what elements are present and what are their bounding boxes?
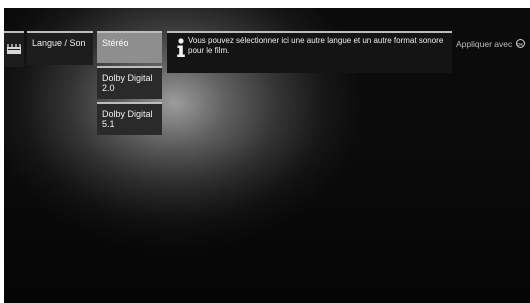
apply-hint-text: Appliquer avec [456, 39, 513, 49]
option-label: Dolby Digital 2.0 [102, 73, 153, 93]
tv-screen: Langue / Son Stéréo Dolby Digital 2.0 Do… [4, 8, 530, 303]
option-dolby-digital-5-1[interactable]: Dolby Digital 5.1 [97, 102, 162, 135]
clapperboard-icon [7, 44, 21, 54]
menu-icon-box[interactable] [4, 31, 24, 67]
ok-button-icon: OK [515, 39, 525, 48]
menu-category-label: Langue / Son [32, 38, 86, 48]
option-dolby-digital-2-0[interactable]: Dolby Digital 2.0 [97, 66, 162, 99]
info-panel: Vous pouvez sélectionner ici une autre l… [167, 31, 452, 73]
option-stereo[interactable]: Stéréo [97, 31, 162, 63]
options-list: Stéréo Dolby Digital 2.0 Dolby Digital 5… [97, 31, 162, 138]
menu-category-language-sound[interactable]: Langue / Son [27, 31, 93, 65]
option-label: Stéréo [102, 38, 129, 48]
info-text: Vous pouvez sélectionner ici une autre l… [188, 36, 444, 55]
option-label: Dolby Digital 5.1 [102, 109, 153, 129]
apply-hint: Appliquer avec OK [456, 39, 525, 49]
info-icon [177, 38, 185, 57]
